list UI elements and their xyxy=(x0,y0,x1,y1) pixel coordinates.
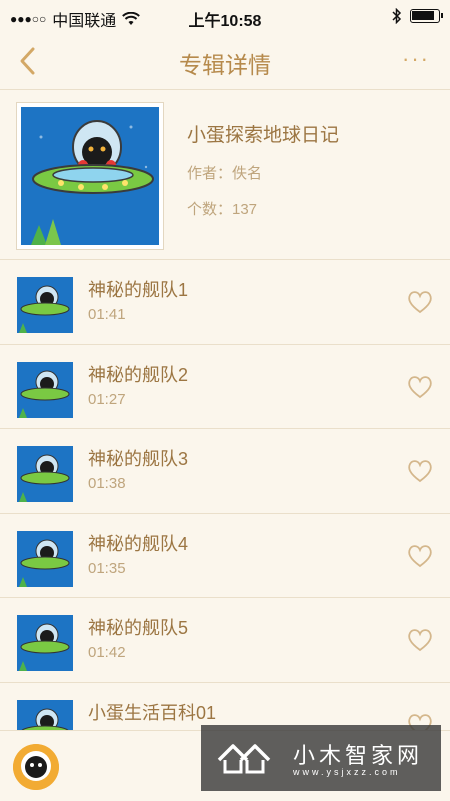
track-title: 神秘的舰队2 xyxy=(88,364,189,385)
status-right xyxy=(392,8,443,24)
heart-icon[interactable] xyxy=(407,375,433,399)
album-cover xyxy=(16,102,164,250)
heart-icon[interactable] xyxy=(407,459,433,483)
battery-icon xyxy=(410,9,443,23)
track-thumbnail xyxy=(17,530,73,587)
album-header: 小蛋探索地球日记 作者：佚名 个数：137 xyxy=(0,90,450,260)
watermark-url: www.ysjxzz.com xyxy=(293,767,401,777)
track-duration: 01:38 xyxy=(88,475,126,492)
heart-icon[interactable] xyxy=(407,628,433,652)
watermark-name: 小木智家网 xyxy=(293,744,424,769)
track-list: 神秘的舰队1 01:41 神秘的舰队2 01:27 神秘的舰队3 01:38 神… xyxy=(0,260,450,767)
track-thumbnail xyxy=(17,446,73,502)
heart-icon[interactable] xyxy=(407,290,433,314)
album-title: 小蛋探索地球日记 xyxy=(187,125,340,146)
track-item[interactable]: 神秘的舰队2 01:27 xyxy=(0,345,450,429)
track-duration: 01:27 xyxy=(88,390,126,408)
track-title: 神秘的舰队5 xyxy=(88,618,189,638)
track-item[interactable]: 神秘的舰队4 01:35 xyxy=(0,514,450,598)
track-title: 神秘的舰队1 xyxy=(88,280,189,300)
track-item[interactable]: 神秘的舰队5 01:42 xyxy=(0,598,450,683)
track-duration: 01:41 xyxy=(88,306,126,323)
album-count: 个数：137 xyxy=(187,201,258,218)
ufo-robot-illustration xyxy=(21,107,159,245)
house-logo-icon xyxy=(217,744,271,774)
page-title: 专辑详情 xyxy=(179,52,271,78)
track-item[interactable]: 神秘的舰队3 01:38 xyxy=(0,429,450,514)
track-title: 小蛋生活百科01 xyxy=(88,702,217,723)
album-author: 作者：佚名 xyxy=(187,165,263,182)
track-duration: 01:35 xyxy=(88,559,126,577)
album-cover-art xyxy=(21,107,159,245)
track-thumbnail xyxy=(17,361,73,418)
track-title: 神秘的舰队4 xyxy=(88,533,189,554)
watermark-overlay: 小木智家网 www.ysjxzz.com xyxy=(201,725,441,791)
heart-icon[interactable] xyxy=(407,544,433,568)
track-thumbnail xyxy=(17,277,73,333)
player-avatar[interactable] xyxy=(13,744,59,790)
track-item[interactable]: 神秘的舰队1 01:41 xyxy=(0,260,450,345)
status-bar: ●●●○○ 中国联通 上午10:58 xyxy=(0,0,450,34)
status-time: 上午10:58 xyxy=(188,13,262,30)
track-thumbnail xyxy=(17,615,73,671)
bluetooth-icon xyxy=(392,8,402,24)
track-title: 神秘的舰队3 xyxy=(88,449,189,469)
track-duration: 01:42 xyxy=(88,644,126,661)
more-options-icon[interactable]: ··· xyxy=(402,48,430,70)
nav-bar: 专辑详情 ··· xyxy=(0,34,450,90)
